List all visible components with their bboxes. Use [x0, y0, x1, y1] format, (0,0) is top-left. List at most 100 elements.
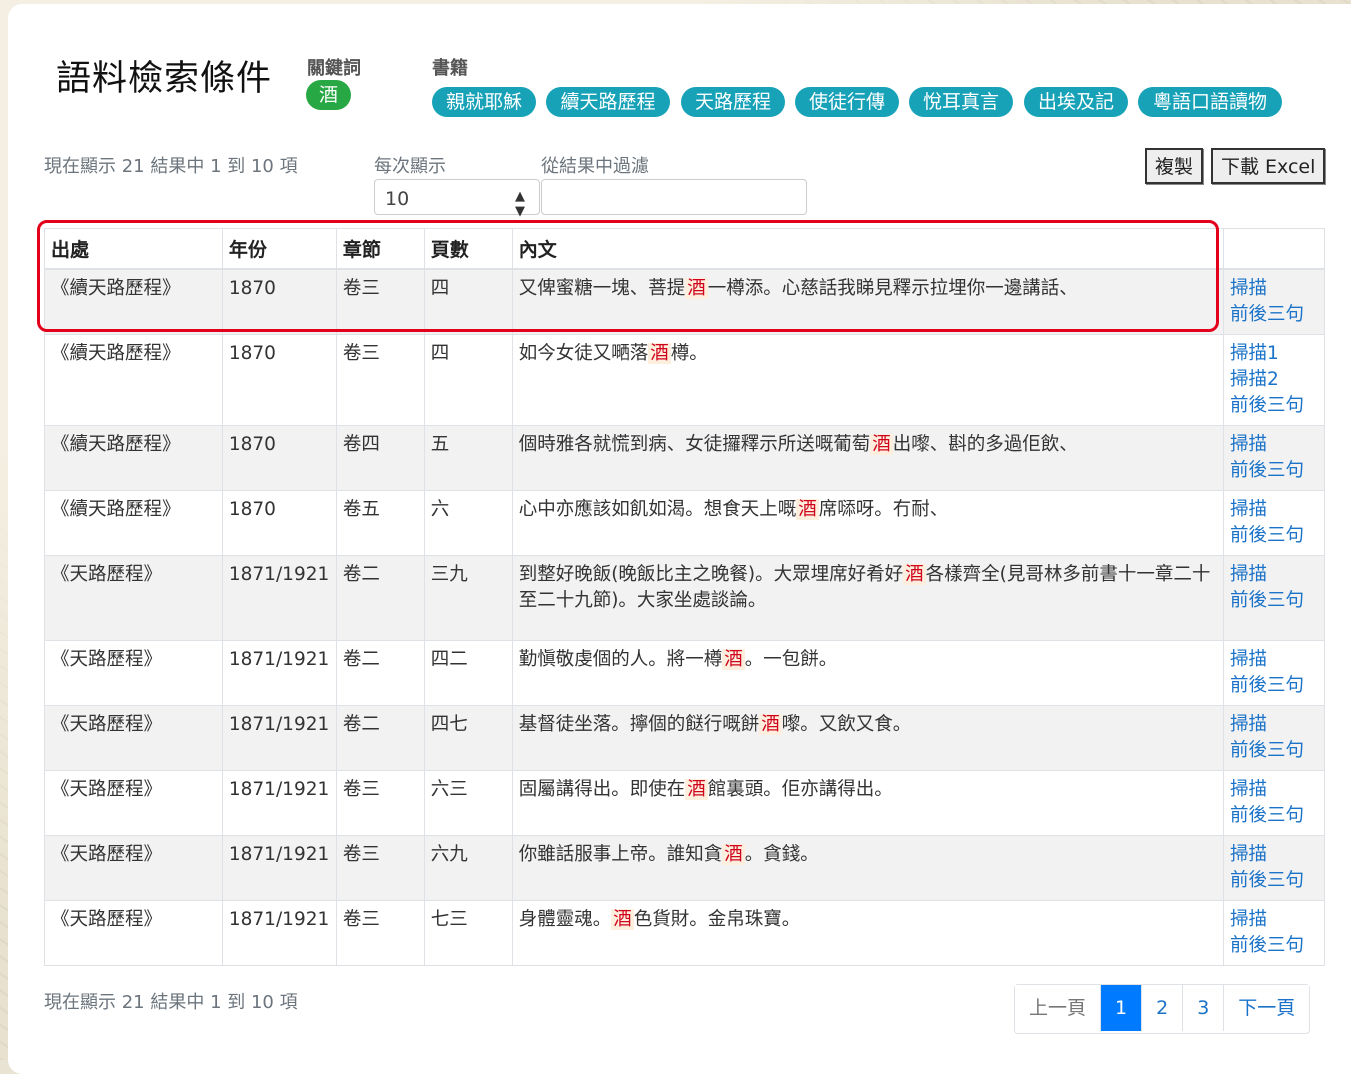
cell-links: 掃描 前後三句 [1223, 640, 1325, 706]
cell-source: 《續天路歷程》 [44, 490, 223, 556]
cell-page: 四 [423, 334, 513, 426]
table-row: 《天路歷程》 1871/1921 卷三 六九 你雖話服事上帝。誰知貪酒。貪錢。 … [44, 835, 1325, 901]
keyword-highlight: 酒 [722, 649, 745, 670]
scan-link-1[interactable]: 掃描1 [1230, 341, 1318, 367]
cell-chapter: 卷五 [335, 490, 425, 556]
text-before: 身體靈魂。 [518, 909, 612, 930]
table-row: 《續天路歷程》 1870 卷五 六 心中亦應該如飢如渴。想食天上嘅酒席𠻹呀。冇耐… [44, 490, 1325, 556]
context-link[interactable]: 前後三句 [1230, 523, 1318, 549]
table-row: 《天路歷程》 1871/1921 卷二 四二 勤愼敬虔個的人。將一樽酒。一包餅。… [44, 640, 1325, 706]
cell-year: 1870 [221, 334, 337, 426]
table-row: 《天路歷程》 1871/1921 卷二 三九 到整好晚飯(晚飯比主之晚餐)。大眾… [44, 555, 1325, 641]
cell-chapter: 卷二 [335, 640, 425, 706]
cell-source: 《天路歷程》 [44, 640, 223, 706]
book-badge: 出埃及記 [1024, 87, 1128, 117]
cell-year: 1871/1921 [221, 900, 337, 966]
scan-link[interactable]: 掃描 [1230, 842, 1318, 868]
keyword-highlight: 酒 [903, 564, 926, 585]
context-link[interactable]: 前後三句 [1230, 933, 1318, 959]
scan-link[interactable]: 掃描 [1230, 712, 1318, 738]
cell-links: 掃描 前後三句 [1223, 268, 1325, 335]
cell-source: 《天路歷程》 [44, 835, 223, 901]
cell-year: 1871/1921 [221, 555, 337, 641]
filter-input[interactable] [541, 179, 807, 215]
cell-text: 心中亦應該如飢如渴。想食天上嘅酒席𠻹呀。冇耐、 [511, 490, 1225, 556]
context-link[interactable]: 前後三句 [1230, 458, 1318, 484]
pagination-page-3[interactable]: 3 [1182, 985, 1224, 1031]
text-after: 色貨財。金帛珠寶。 [633, 909, 801, 930]
keyword-label: 關鍵詞 [307, 58, 361, 79]
keyword-highlight: 酒 [648, 343, 671, 364]
scan-link[interactable]: 掃描 [1230, 777, 1318, 803]
book-badge: 續天路歷程 [546, 87, 670, 117]
results-table: 出處 年份 章節 頁數 內文 《續天路歷程》 1870 卷三 四 又俾蜜糖一塊、… [44, 228, 1325, 966]
books-label: 書籍 [432, 58, 468, 79]
context-link[interactable]: 前後三句 [1230, 868, 1318, 894]
text-after: 席𠻹呀。冇耐、 [818, 499, 949, 520]
scan-link-2[interactable]: 掃描2 [1230, 367, 1318, 393]
text-after: 。貪錢。 [744, 844, 819, 865]
scan-link[interactable]: 掃描 [1230, 562, 1318, 588]
cell-text: 你雖話服事上帝。誰知貪酒。貪錢。 [511, 835, 1225, 901]
book-badge: 使徒行傳 [795, 87, 899, 117]
context-link[interactable]: 前後三句 [1230, 803, 1318, 829]
pagination-prev[interactable]: 上一頁 [1015, 985, 1101, 1031]
keyword-highlight: 酒 [796, 499, 819, 520]
pagination-page-2[interactable]: 2 [1141, 985, 1183, 1031]
cell-source: 《續天路歷程》 [44, 425, 223, 491]
keyword-highlight: 酒 [759, 714, 782, 735]
cell-page: 四二 [423, 640, 513, 706]
scan-link[interactable]: 掃描 [1230, 907, 1318, 933]
cell-chapter: 卷三 [335, 334, 425, 426]
cell-chapter: 卷三 [335, 900, 425, 966]
scan-link[interactable]: 掃描 [1230, 276, 1318, 302]
scan-link[interactable]: 掃描 [1230, 432, 1318, 458]
context-link[interactable]: 前後三句 [1230, 302, 1318, 328]
column-header-links [1223, 228, 1325, 270]
context-link[interactable]: 前後三句 [1230, 738, 1318, 764]
copy-button[interactable]: 複製 [1145, 148, 1204, 184]
cell-year: 1871/1921 [221, 835, 337, 901]
scan-link[interactable]: 掃描 [1230, 497, 1318, 523]
cell-year: 1871/1921 [221, 770, 337, 836]
page-length-value: 10 [385, 188, 410, 210]
page-title: 語料檢索條件 [56, 59, 273, 99]
text-before: 勤愼敬虔個的人。將一樽 [518, 649, 723, 670]
text-before: 如今女徒又嗮落 [518, 343, 649, 364]
cell-source: 《天路歷程》 [44, 705, 223, 771]
scan-link[interactable]: 掃描 [1230, 647, 1318, 673]
text-after: 出嚟、斟的多過佢飲、 [892, 434, 1078, 455]
text-before: 到整好晚飯(晚飯比主之晚餐)。大眾埋席好肴好 [518, 564, 904, 585]
cell-text: 個時雅各就慌到病、女徒攞釋示所送嘅葡萄酒出嚟、斟的多過佢飲、 [511, 425, 1225, 491]
text-before: 固屬講得出。即使在 [518, 779, 686, 800]
cell-text: 身體靈魂。酒色貨財。金帛珠寶。 [511, 900, 1225, 966]
results-info-bottom: 現在顯示 21 結果中 1 到 10 項 [44, 992, 298, 1013]
text-after: 樽。 [670, 343, 708, 364]
annotation-highlight-box [37, 220, 1219, 332]
sort-caret-icon: ▲ ▼ [515, 189, 525, 219]
book-badge: 悅耳真言 [909, 87, 1013, 117]
cell-chapter: 卷三 [335, 770, 425, 836]
cell-text: 到整好晚飯(晚飯比主之晚餐)。大眾埋席好肴好酒各樣齊全(見哥林多前書十一章二十至… [511, 555, 1225, 641]
context-link[interactable]: 前後三句 [1230, 673, 1318, 699]
context-link[interactable]: 前後三句 [1230, 588, 1318, 614]
cell-source: 《天路歷程》 [44, 555, 223, 641]
context-link[interactable]: 前後三句 [1230, 393, 1318, 419]
cell-year: 1870 [221, 490, 337, 556]
text-before: 你雖話服事上帝。誰知貪 [518, 844, 723, 865]
text-before: 心中亦應該如飢如渴。想食天上嘅 [518, 499, 797, 520]
cell-source: 《續天路歷程》 [44, 334, 223, 426]
table-row: 《續天路歷程》 1870 卷四 五 個時雅各就慌到病、女徒攞釋示所送嘅葡萄酒出嚟… [44, 425, 1325, 491]
text-before: 基督徒坐落。擰個的餸行嘅餅 [518, 714, 760, 735]
pagination-page-1[interactable]: 1 [1100, 985, 1142, 1031]
page-length-select[interactable]: 10 ▲ ▼ [374, 179, 540, 219]
keyword-badge: 酒 [306, 80, 351, 110]
text-before: 個時雅各就慌到病、女徒攞釋示所送嘅葡萄 [518, 434, 871, 455]
cell-chapter: 卷四 [335, 425, 425, 491]
pagination: 上一頁 1 2 3 下一頁 [1014, 984, 1311, 1034]
table-row: 《續天路歷程》 1870 卷三 四 如今女徒又嗮落酒樽。 掃描1 掃描2 前後三句 [44, 334, 1325, 426]
cell-text: 固屬講得出。即使在酒館裏頭。佢亦講得出。 [511, 770, 1225, 836]
excel-download-button[interactable]: 下載 Excel [1211, 148, 1326, 184]
filter-label: 從結果中過濾 [541, 156, 649, 177]
pagination-next[interactable]: 下一頁 [1223, 985, 1310, 1031]
